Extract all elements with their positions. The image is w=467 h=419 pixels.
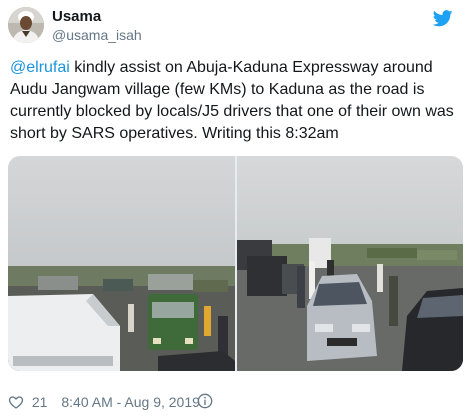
tweet-body: kindly assist on Abuja-Kaduna Expressway… [10,59,454,142]
timestamp[interactable]: 8:40 AM - Aug 9, 2019 [61,394,200,410]
tweet-text: @elrufai kindly assist on Abuja-Kaduna E… [10,57,460,145]
photo-right[interactable] [237,156,463,371]
twitter-bird-icon[interactable] [433,10,453,27]
avatar[interactable] [8,7,44,43]
user-handle[interactable]: @usama_isah [52,26,142,45]
tweet-footer: 21 8:40 AM - Aug 9, 2019 [8,393,200,413]
like-count: 21 [31,394,48,411]
media-grid[interactable] [8,156,463,371]
tweet-header: Usama @usama_isah [0,0,467,52]
author-names: Usama @usama_isah [52,7,142,45]
info-icon[interactable] [197,393,213,409]
photo-left[interactable] [8,156,235,371]
avatar-image [8,7,44,43]
heart-icon[interactable] [8,394,24,410]
display-name[interactable]: Usama [52,7,142,26]
mention-link[interactable]: @elrufai [10,59,70,76]
